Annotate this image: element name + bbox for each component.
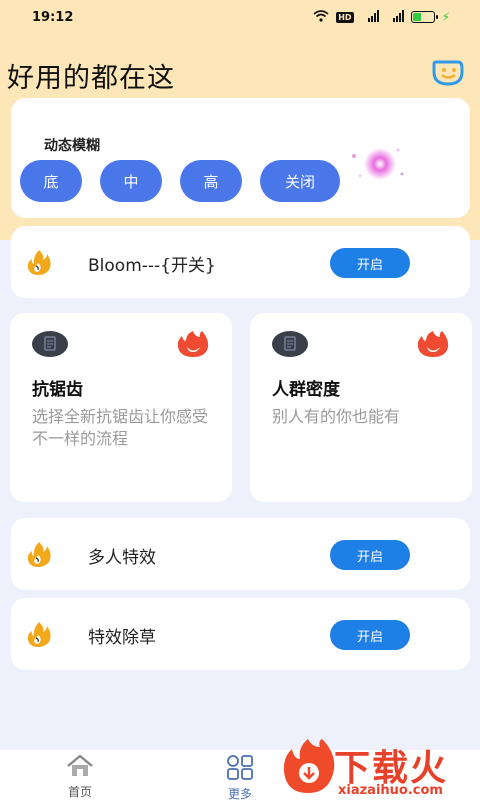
blur-high-button[interactable]: 高 [180, 160, 242, 202]
flame-icon [25, 540, 53, 568]
document-icon [272, 331, 308, 357]
anti-aliasing-card[interactable]: 抗锯齿 选择全新抗锯齿让你感受不一样的流程 [10, 313, 232, 502]
page-title: 好用的都在这 [7, 63, 175, 94]
status-icons: HD ⚡ [313, 9, 450, 25]
crowd-density-card[interactable]: 人群密度 别人有的你也能有 [250, 313, 472, 502]
weed-removal-label: 特效除草 [88, 628, 156, 648]
signal-icon [361, 9, 379, 25]
card-title: 抗锯齿 [32, 380, 83, 400]
fire-icon [176, 329, 210, 359]
card-title: 人群密度 [272, 380, 340, 400]
nav-home-label: 首页 [67, 785, 92, 799]
nav-more[interactable]: 更多 [210, 754, 270, 800]
watermark-url: xiazaihuo.com [338, 783, 443, 798]
bloom-enable-button[interactable]: 开启 [330, 248, 410, 278]
motion-blur-label: 动态模糊 [44, 138, 100, 154]
smile-face-icon[interactable] [432, 58, 464, 86]
status-bar: 19:12 HD ⚡ [0, 0, 480, 34]
flame-icon [25, 620, 53, 648]
xiazaihuo-watermark: 下载火 xiazaihuo.com [282, 737, 480, 800]
status-time: 19:12 [32, 9, 74, 25]
blur-low-button[interactable]: 底 [20, 160, 82, 202]
document-icon [32, 331, 68, 357]
multi-effect-row: 多人特效 开启 [11, 518, 470, 590]
card-description: 选择全新抗锯齿让你感受不一样的流程 [32, 407, 209, 448]
card-description: 别人有的你也能有 [272, 407, 401, 426]
flame-logo-icon [283, 739, 335, 793]
bloom-label: Bloom---{开关} [88, 256, 216, 276]
weed-removal-row: 特效除草 开启 [11, 598, 470, 670]
nav-home[interactable]: 首页 [50, 754, 110, 800]
home-icon [67, 754, 93, 776]
sparkle-decoration-icon [346, 142, 408, 186]
bloom-row: Bloom---{开关} 开启 [11, 226, 470, 298]
multi-effect-label: 多人特效 [88, 548, 156, 568]
fire-icon [416, 329, 450, 359]
blur-off-button[interactable]: 关闭 [260, 160, 340, 202]
grid-icon [227, 755, 253, 780]
hd-icon: HD [336, 11, 354, 23]
multi-effect-enable-button[interactable]: 开启 [330, 540, 410, 570]
flame-icon [25, 248, 53, 276]
signal-icon [386, 9, 404, 25]
battery-icon [410, 11, 438, 23]
nav-more-label: 更多 [227, 787, 252, 800]
charging-icon: ⚡ [441, 10, 450, 24]
blur-medium-button[interactable]: 中 [100, 160, 162, 202]
wifi-icon [313, 9, 329, 25]
weed-removal-enable-button[interactable]: 开启 [330, 620, 410, 650]
motion-blur-card: 动态模糊 底 中 高 关闭 [11, 98, 470, 218]
